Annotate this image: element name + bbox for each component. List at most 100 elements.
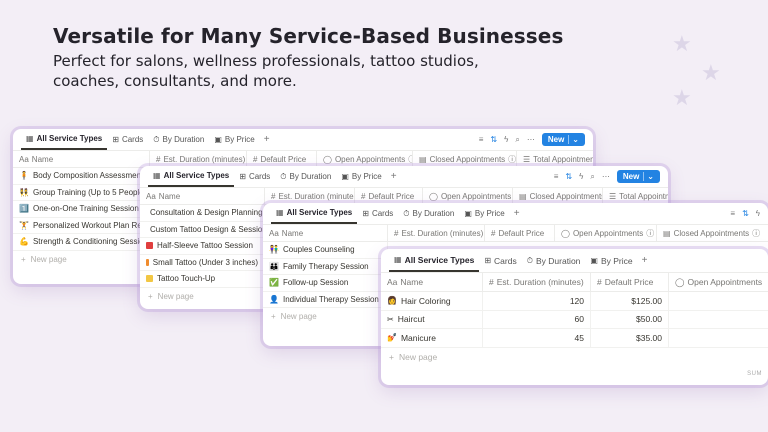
tab-label: By Price	[474, 209, 505, 218]
filter-icon[interactable]: ≡	[730, 209, 735, 218]
star-icon: ★	[672, 85, 692, 110]
price-icon: ▣	[590, 256, 598, 265]
row-name: Individual Therapy Session	[282, 294, 379, 304]
search-icon[interactable]: ⌕	[515, 135, 519, 145]
chevron-down-icon[interactable]: ⌄	[568, 135, 579, 144]
chevron-down-icon[interactable]: ⌄	[643, 172, 654, 181]
column-total[interactable]: ☰Total Appointments	[517, 151, 593, 167]
tab-by-duration[interactable]: ⏱ By Duration	[148, 129, 209, 150]
column-name[interactable]: Aa Name	[140, 188, 265, 204]
number-icon: #	[597, 277, 602, 287]
tab-cards[interactable]: ⊞ Cards	[479, 249, 521, 272]
tab-by-duration[interactable]: ⏱ By Duration	[398, 203, 459, 224]
tab-cards[interactable]: ⊞ Cards	[107, 129, 148, 150]
column-name[interactable]: Aa Name	[381, 273, 483, 291]
sort-icon[interactable]: ⇅	[565, 172, 572, 181]
column-price[interactable]: # Default Price	[485, 225, 555, 241]
column-duration[interactable]: # Est. Duration (minutes)	[265, 188, 355, 204]
column-open[interactable]: ◯Open Appointmentsⓘ	[317, 151, 413, 167]
column-open[interactable]: ◯Open Appointmentsⓘ	[423, 188, 513, 204]
group-icon: 👯	[19, 187, 29, 197]
column-label: Default Price	[260, 154, 307, 164]
column-closed[interactable]: ▤Closed Appointmentsⓘ	[657, 225, 768, 241]
tab-by-duration[interactable]: ⏱ By Duration	[522, 249, 586, 272]
tab-all-service-types[interactable]: ▦ All Service Types	[271, 203, 358, 224]
tab-cards[interactable]: ⊞ Cards	[357, 203, 398, 224]
price-icon: ▣	[341, 172, 349, 181]
tab-by-price[interactable]: ▣ By Price	[209, 129, 259, 150]
scissors-icon: ✂	[387, 314, 394, 324]
column-name[interactable]: Aa Name	[263, 225, 388, 241]
column-label: Name	[31, 154, 54, 164]
text-icon: Aa	[146, 191, 156, 201]
column-label: Name	[281, 228, 304, 238]
new-button[interactable]: New ⌄	[616, 170, 660, 183]
nail-polish-icon: 💅	[387, 333, 397, 343]
automation-icon[interactable]: ϟ	[579, 172, 583, 181]
column-name[interactable]: Aa Name	[13, 151, 150, 167]
add-view-icon[interactable]: +	[387, 171, 401, 182]
table-icon: ▦	[26, 134, 34, 143]
add-view-icon[interactable]: +	[638, 255, 652, 266]
column-label: Open Appointments	[572, 228, 644, 238]
more-icon[interactable]: ⋯	[527, 135, 535, 144]
column-price[interactable]: # Default Price	[247, 151, 317, 167]
info-icon: ⓘ	[646, 228, 655, 238]
column-duration[interactable]: # Est. Duration (minutes)	[388, 225, 485, 241]
salon-database-panel: ▦ All Service Types ⊞ Cards ⏱ By Duration ▣…	[381, 249, 768, 385]
column-label: Default Price	[604, 277, 654, 287]
column-total[interactable]: ☰Total Appointments	[603, 188, 668, 204]
table-row[interactable]: ✂ Haircut 60 $50.00	[381, 310, 768, 329]
filter-icon[interactable]: ≡	[554, 172, 559, 181]
star-icon: ★	[672, 31, 692, 56]
price-value: $35.00	[636, 332, 662, 343]
new-button[interactable]: New ⌄	[541, 133, 585, 146]
row-name: Couples Counseling	[282, 245, 355, 255]
add-view-icon[interactable]: +	[260, 134, 274, 145]
table-header: Aa Name # Est. Duration (minutes) # Default…	[381, 273, 768, 292]
table-row[interactable]: 💅 Manicure 45 $35.00	[381, 329, 768, 348]
add-view-icon[interactable]: +	[510, 208, 524, 219]
tab-label: Cards	[121, 135, 144, 144]
column-price[interactable]: # Default Price	[355, 188, 423, 204]
column-open[interactable]: ◯Open Appointmentsⓘ	[555, 225, 657, 241]
column-closed[interactable]: ▤Closed Appointmentsⓘ	[413, 151, 517, 167]
automation-icon[interactable]: ϟ	[504, 135, 508, 144]
tab-label: By Duration	[535, 255, 581, 266]
cards-icon: ⊞	[484, 256, 492, 265]
table-row[interactable]: 👩 Hair Coloring 120 $125.00	[381, 292, 768, 311]
tab-by-price[interactable]: ▣ By Price	[336, 166, 386, 187]
timer-icon: ⏱	[153, 134, 160, 144]
tab-label: By Duration	[412, 209, 455, 218]
headline: Versatile for Many Service-Based Busines…	[53, 24, 564, 48]
column-closed[interactable]: ▤Closed Appointmentsⓘ	[513, 188, 603, 204]
view-tabs: ▦ All Service Types ⊞ Cards ⏱ By Duration ▣…	[263, 203, 768, 225]
sort-icon[interactable]: ⇅	[490, 135, 497, 144]
tab-all-service-types[interactable]: ▦ All Service Types	[389, 249, 480, 272]
column-duration[interactable]: # Est. Duration (minutes)	[150, 151, 247, 167]
filter-icon[interactable]: ≡	[479, 135, 484, 144]
sum-label[interactable]: SUM	[747, 371, 762, 377]
price-icon: ▣	[464, 209, 472, 218]
sort-icon[interactable]: ⇅	[742, 209, 749, 218]
row-name: Haircut	[397, 314, 425, 325]
row-name: Custom Tattoo Design & Session	[150, 224, 265, 234]
tab-by-price[interactable]: ▣ By Price	[585, 249, 637, 272]
new-page-row[interactable]: + New page	[381, 348, 768, 366]
text-icon: Aa	[19, 154, 29, 164]
search-icon[interactable]: ⌕	[590, 172, 594, 182]
tab-by-duration[interactable]: ⏱ By Duration	[275, 166, 336, 187]
tab-label: Cards	[494, 255, 517, 266]
column-price[interactable]: # Default Price	[591, 273, 669, 291]
tab-cards[interactable]: ⊞ Cards	[234, 166, 275, 187]
tab-by-price[interactable]: ▣ By Price	[459, 203, 509, 224]
automation-icon[interactable]: ϟ	[756, 209, 760, 218]
more-icon[interactable]: ⋯	[602, 172, 610, 181]
column-open[interactable]: ◯ Open Appointments	[669, 273, 768, 291]
tab-all-service-types[interactable]: ▦ All Service Types	[21, 129, 108, 150]
row-name: Hair Coloring	[400, 295, 451, 306]
tab-all-service-types[interactable]: ▦ All Service Types	[148, 166, 235, 187]
formula-icon: ◯	[323, 154, 332, 164]
row-name: Small Tattoo (Under 3 inches)	[152, 257, 258, 267]
column-duration[interactable]: # Est. Duration (minutes)	[483, 273, 591, 291]
